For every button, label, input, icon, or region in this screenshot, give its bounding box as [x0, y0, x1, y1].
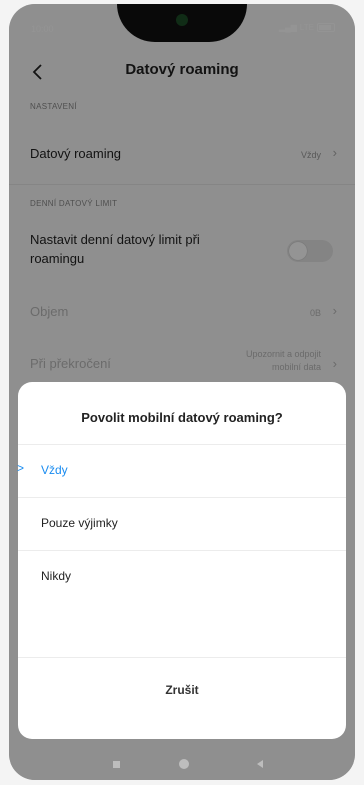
option-label: Vždy [41, 463, 68, 477]
divider [18, 657, 346, 658]
option-vzdy[interactable]: > Vždy [17, 445, 346, 497]
roaming-dialog: Povolit mobilní datový roaming? > Vždy P… [17, 382, 346, 739]
home-icon[interactable] [179, 759, 189, 769]
dialog-title: Povolit mobilní datový roaming? [81, 410, 283, 425]
option-nikdy[interactable]: Nikdy [18, 551, 346, 603]
back-icon[interactable] [257, 760, 263, 768]
cancel-button[interactable]: Zrušit [18, 683, 346, 697]
option-label: Pouze výjimky [41, 516, 118, 530]
recents-icon[interactable] [113, 761, 120, 768]
selected-indicator-icon: > [17, 461, 25, 475]
option-pouze-vyjimky[interactable]: Pouze výjimky [18, 498, 346, 550]
system-nav-bar [9, 749, 355, 780]
option-label: Nikdy [41, 569, 72, 583]
phone-frame: 10:00 ▂▄▆ LTE Datový roaming NASTAVENÍ D… [0, 0, 364, 785]
screen: 10:00 ▂▄▆ LTE Datový roaming NASTAVENÍ D… [9, 4, 355, 780]
